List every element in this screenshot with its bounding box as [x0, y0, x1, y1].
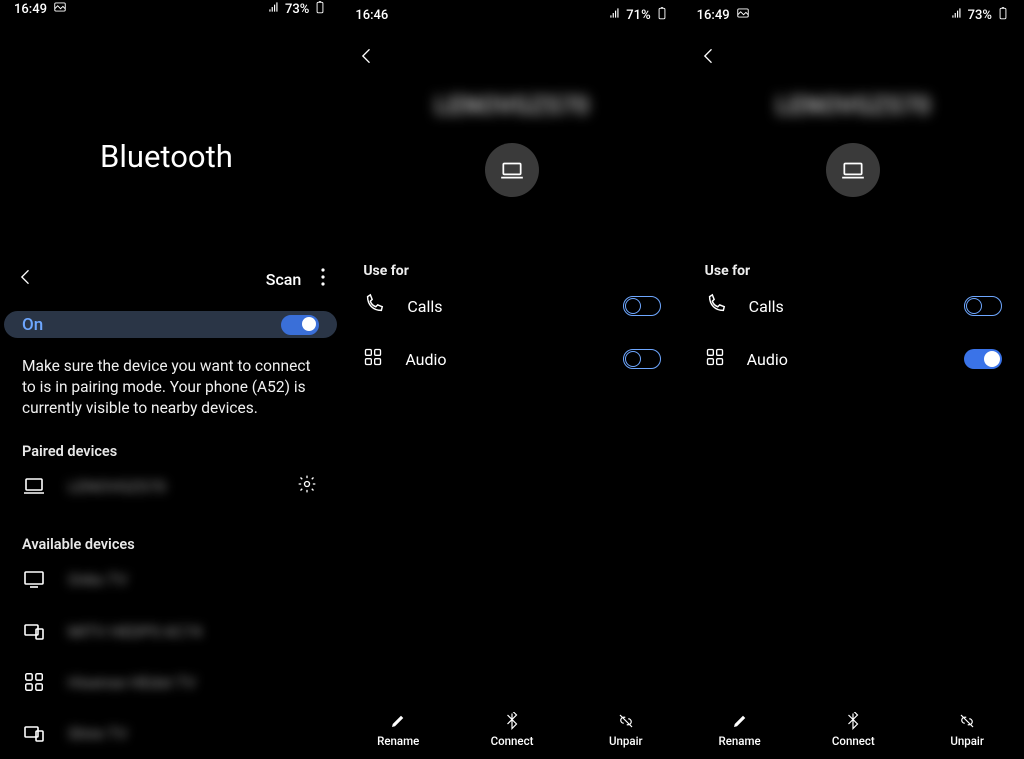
pencil-icon [731, 712, 749, 730]
grid-icon [705, 347, 725, 371]
phone-icon [363, 293, 385, 319]
calls-toggle[interactable] [623, 296, 661, 316]
use-for-audio-row[interactable]: Audio [683, 333, 1024, 385]
device-type-circle [485, 143, 539, 197]
action-label: Connect [491, 734, 534, 748]
option-label: Calls [749, 297, 942, 316]
phone-icon [705, 293, 727, 319]
status-bar: 16:46 71% [341, 0, 682, 30]
bluetooth-toggle[interactable] [281, 315, 319, 335]
battery-percent: 73% [968, 8, 992, 23]
audio-toggle[interactable] [964, 349, 1002, 369]
rename-button[interactable]: Rename [683, 701, 797, 759]
unpair-button[interactable]: Unpair [569, 701, 683, 759]
laptop-icon [499, 157, 525, 183]
use-for-audio-row[interactable]: Audio [341, 333, 682, 385]
action-label: Unpair [609, 734, 643, 748]
action-bar: Rename Connect Unpair [341, 701, 682, 759]
paired-devices-header: Paired devices [0, 419, 341, 460]
status-time: 16:49 [14, 2, 47, 17]
action-label: Connect [832, 734, 875, 748]
use-for-header: Use for [341, 197, 682, 279]
signal-icon [267, 0, 281, 18]
pencil-icon [389, 712, 407, 730]
status-bar: 16:49 73% [0, 0, 341, 18]
back-icon[interactable] [699, 51, 719, 70]
calls-toggle[interactable] [964, 296, 1002, 316]
device-title: LENOVGZS70 [341, 92, 682, 121]
device-name: Onkx TV [68, 570, 319, 589]
device-name: Hisense HEdst TV [68, 673, 319, 692]
more-icon[interactable] [321, 268, 325, 290]
use-for-calls-row[interactable]: Calls [341, 279, 682, 333]
battery-icon [996, 6, 1010, 24]
devices-icon [22, 721, 46, 745]
signal-icon [608, 6, 622, 24]
option-label: Audio [747, 350, 942, 369]
status-time: 16:49 [697, 8, 730, 23]
action-label: Rename [377, 734, 419, 748]
laptop-icon [22, 474, 46, 498]
option-label: Calls [407, 297, 600, 316]
bluetooth-icon [844, 712, 862, 730]
bluetooth-icon [503, 712, 521, 730]
back-icon[interactable] [16, 267, 36, 291]
panel-device-detail-audio-on: 16:49 73% LENOVGZS70 Use for Calls Audio [683, 0, 1024, 759]
action-bar: Rename Connect Unpair [683, 701, 1024, 759]
screenshot-icon [736, 6, 750, 24]
available-device-row[interactable]: Hisense HEdst TV [0, 657, 341, 707]
unpair-button[interactable]: Unpair [910, 701, 1024, 759]
screenshot-icon [53, 0, 67, 18]
option-label: Audio [405, 350, 600, 369]
battery-percent: 71% [626, 8, 650, 23]
status-time: 16:46 [355, 8, 388, 23]
battery-icon [313, 0, 327, 18]
paired-device-row[interactable]: LENOVGZS70 [0, 460, 341, 512]
use-for-header: Use for [683, 197, 1024, 279]
laptop-icon [840, 157, 866, 183]
battery-icon [655, 6, 669, 24]
panel-bluetooth-settings: 16:49 73% Bluetooth Scan On Make sure th… [0, 0, 341, 759]
action-label: Rename [718, 734, 760, 748]
page-title: Bluetooth [0, 18, 341, 175]
device-name: Shire TV [68, 724, 319, 743]
audio-toggle[interactable] [623, 349, 661, 369]
gear-icon[interactable] [297, 474, 319, 498]
device-title: LENOVGZS70 [683, 92, 1024, 121]
connect-button[interactable]: Connect [455, 701, 569, 759]
scan-button[interactable]: Scan [266, 270, 302, 289]
tv-icon [22, 567, 46, 591]
available-devices-header: Available devices [0, 512, 341, 553]
device-name: LENOVGZS70 [68, 477, 275, 496]
battery-percent: 73% [285, 2, 309, 17]
panel-device-detail-off: 16:46 71% LENOVGZS70 Use for Calls Audio [341, 0, 682, 759]
available-device-row[interactable]: Shire TV [0, 707, 341, 759]
available-device-row[interactable]: MITV HEDPS 6C74 [0, 605, 341, 657]
device-name: MITV HEDPS 6C74 [68, 622, 319, 641]
status-bar: 16:49 73% [683, 0, 1024, 30]
unpair-icon [617, 712, 635, 730]
helper-text: Make sure the device you want to connect… [0, 338, 341, 419]
back-icon[interactable] [357, 51, 377, 70]
grid-icon [22, 671, 46, 693]
device-type-circle [826, 143, 880, 197]
use-for-calls-row[interactable]: Calls [683, 279, 1024, 333]
connect-button[interactable]: Connect [796, 701, 910, 759]
rename-button[interactable]: Rename [341, 701, 455, 759]
devices-icon [22, 619, 46, 643]
grid-icon [363, 347, 383, 371]
signal-icon [950, 6, 964, 24]
toggle-label: On [22, 315, 43, 335]
bluetooth-toggle-row[interactable]: On [4, 311, 337, 338]
action-label: Unpair [950, 734, 984, 748]
unpair-icon [958, 712, 976, 730]
available-device-row[interactable]: Onkx TV [0, 553, 341, 605]
